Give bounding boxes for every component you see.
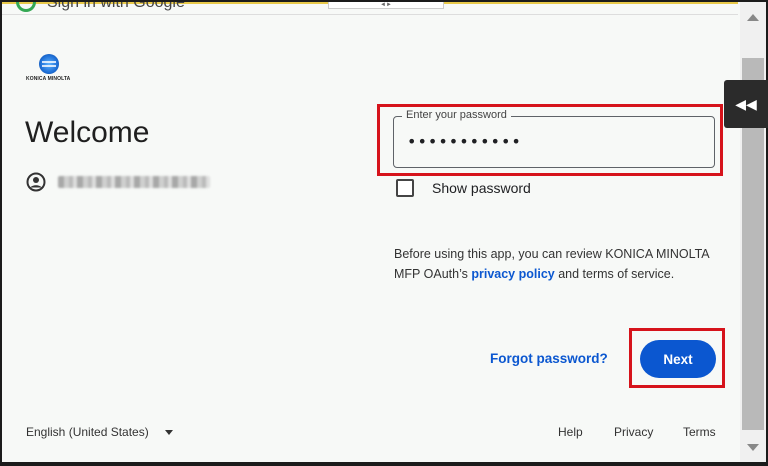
account-chip[interactable] — [26, 170, 210, 194]
konica-minolta-logo: KONICA MINOLTA — [26, 54, 76, 86]
chevron-down-icon — [164, 429, 173, 435]
language-label: English (United States) — [26, 425, 149, 439]
blurred-email — [58, 176, 210, 188]
double-left-arrow-icon: ◀◀ — [735, 95, 757, 112]
privacy-notice: Before using this app, you can review KO… — [394, 244, 724, 284]
konica-globe-icon — [39, 54, 59, 74]
password-masked-value: ••••••••••• — [407, 132, 522, 151]
scroll-down-arrow-icon[interactable] — [747, 444, 759, 451]
drag-handle[interactable]: ◄► — [328, 2, 444, 9]
privacy-link[interactable]: Privacy — [614, 425, 653, 439]
screen-frame: Sign in with Google ◄► KONICA MINOLTA We… — [0, 0, 768, 466]
collapse-panel-button[interactable]: ◀◀ — [724, 80, 768, 128]
language-selector[interactable]: English (United States) — [26, 425, 173, 439]
show-password-toggle[interactable]: Show password — [396, 179, 531, 197]
vertical-scrollbar[interactable] — [740, 2, 766, 462]
next-button[interactable]: Next — [640, 340, 716, 378]
header-title: Sign in with Google — [47, 2, 185, 11]
sign-in-window: Sign in with Google ◄► KONICA MINOLTA We… — [2, 2, 766, 462]
show-password-checkbox[interactable] — [396, 179, 414, 197]
window-header: Sign in with Google ◄► — [2, 2, 738, 15]
privacy-notice-text-2: and terms of service. — [554, 267, 675, 281]
google-logo-icon — [16, 2, 36, 12]
account-circle-icon — [26, 172, 46, 192]
password-label: Enter your password — [402, 109, 511, 121]
show-password-label: Show password — [432, 180, 531, 196]
scroll-up-arrow-icon[interactable] — [747, 14, 759, 21]
terms-link[interactable]: Terms — [683, 425, 716, 439]
help-link[interactable]: Help — [558, 425, 583, 439]
page-title: Welcome — [25, 116, 150, 149]
brand-name: KONICA MINOLTA — [26, 76, 71, 82]
forgot-password-link[interactable]: Forgot password? — [490, 351, 608, 366]
privacy-policy-link[interactable]: privacy policy — [471, 267, 554, 281]
